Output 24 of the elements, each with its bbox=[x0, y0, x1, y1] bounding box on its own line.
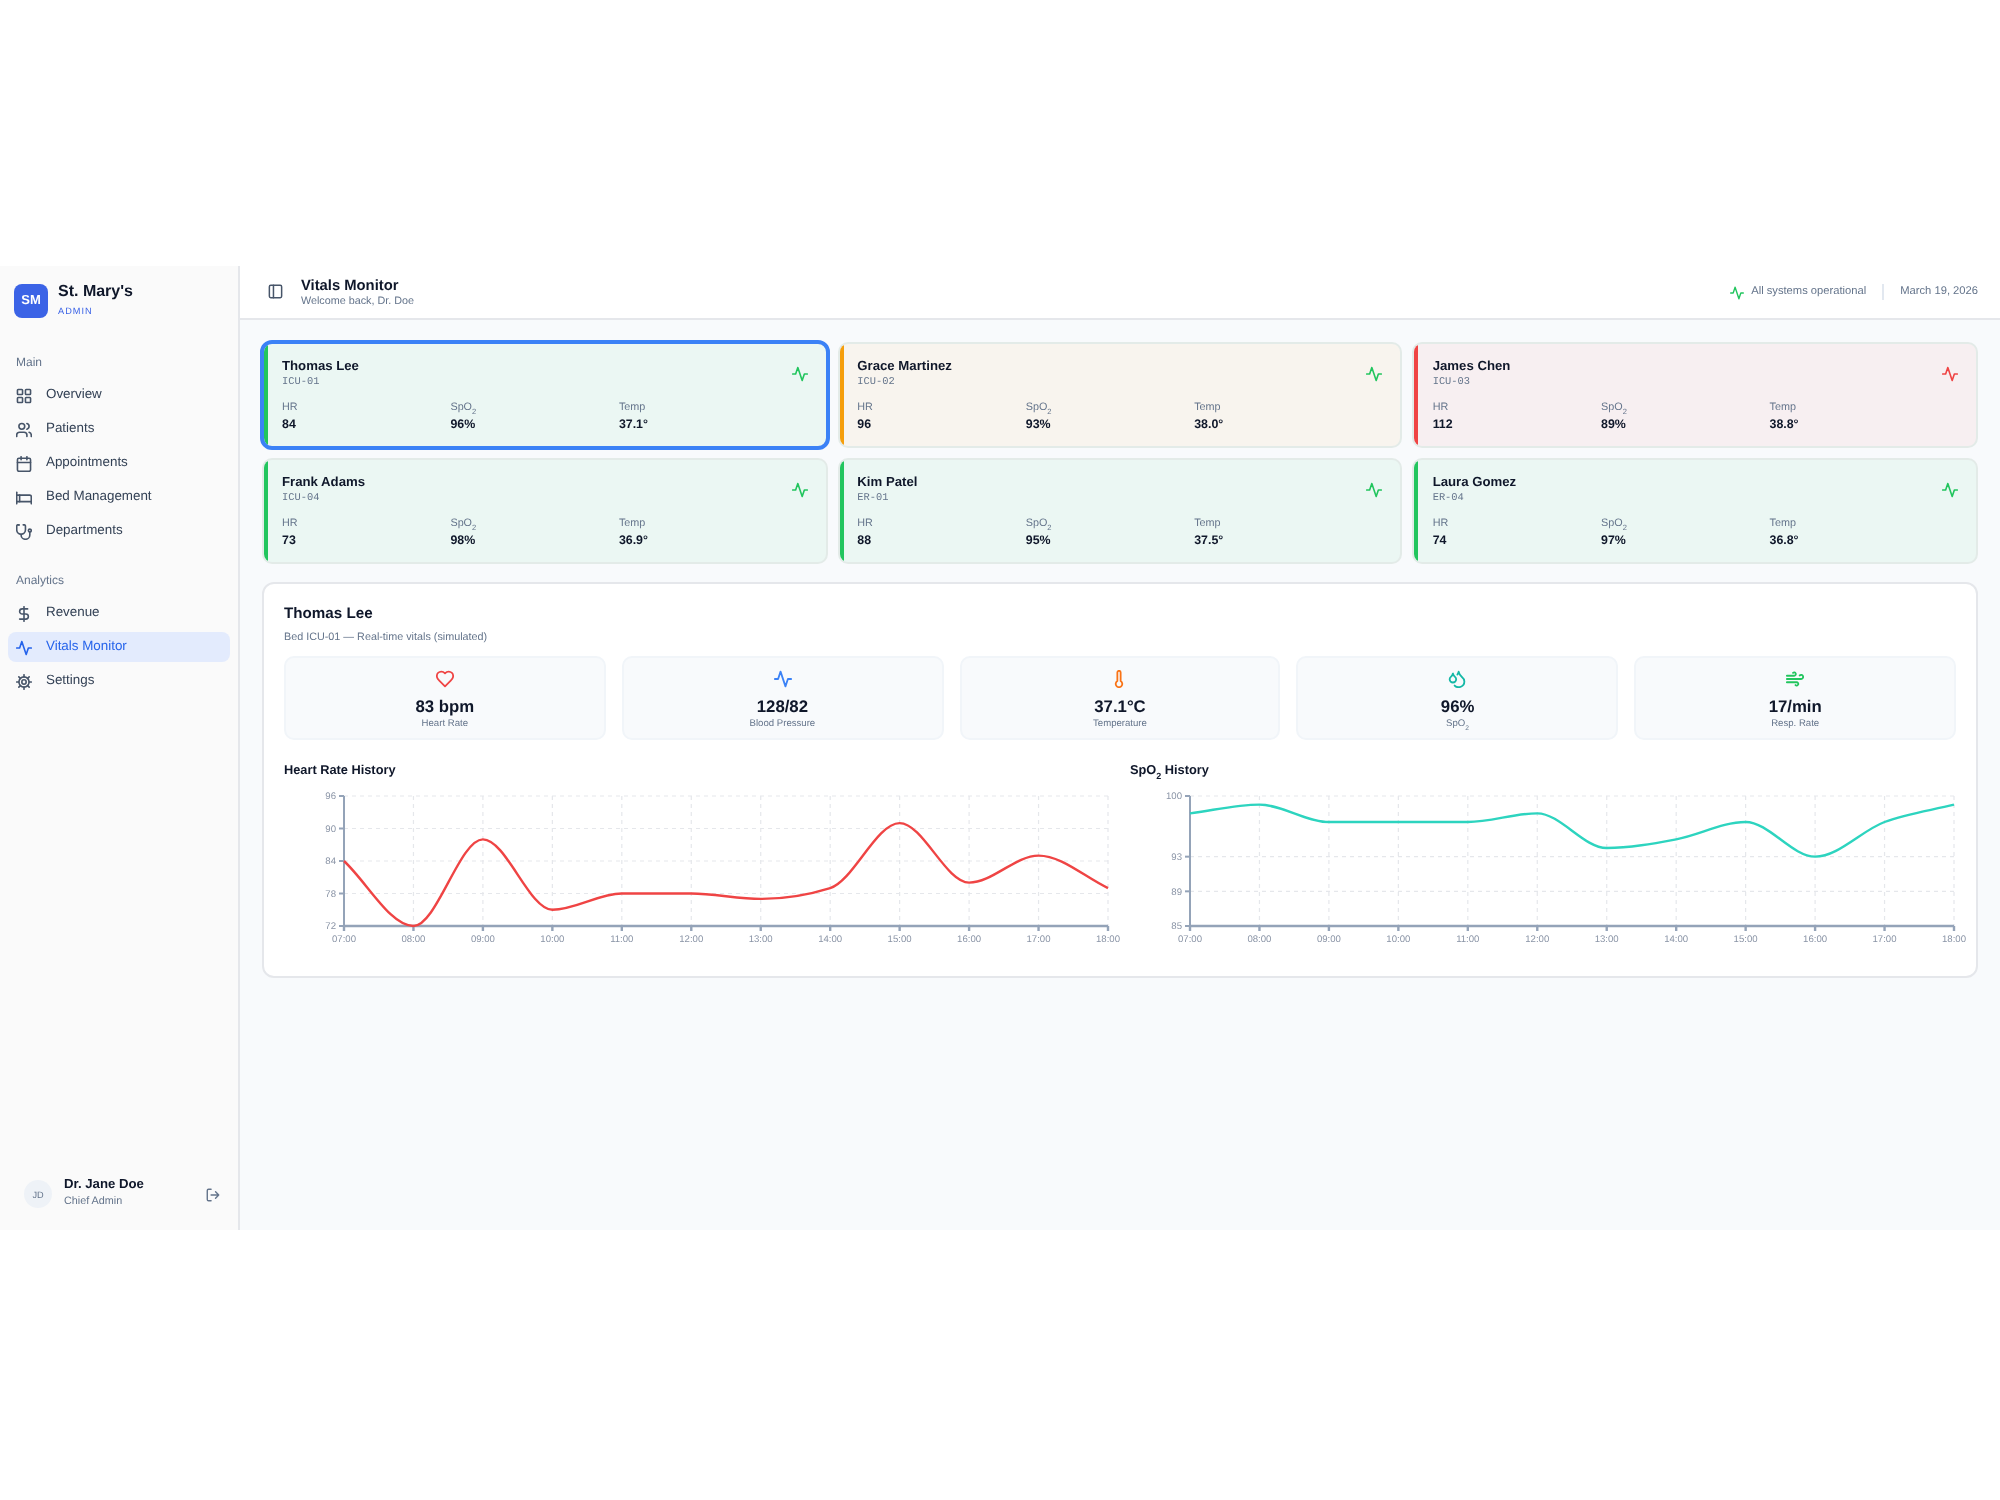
sidebar-toggle-icon[interactable] bbox=[268, 284, 283, 300]
bed-icon bbox=[16, 489, 32, 505]
vital-value: 128/82 bbox=[756, 694, 808, 718]
gear-icon bbox=[16, 673, 32, 689]
hospital-name: St. Mary's bbox=[58, 282, 133, 302]
logout-icon[interactable] bbox=[206, 1187, 220, 1201]
heart-icon bbox=[435, 670, 454, 688]
pulse-icon bbox=[1729, 285, 1744, 299]
y-axis bbox=[1184, 795, 1191, 927]
pulse-icon bbox=[773, 670, 792, 688]
pulse-icon bbox=[16, 639, 32, 655]
vital-value: 17/min bbox=[1768, 694, 1822, 718]
stethoscope-icon bbox=[16, 523, 32, 539]
dollar-icon bbox=[16, 605, 32, 621]
users-icon bbox=[16, 421, 32, 437]
vital-value: 37.1°C bbox=[1094, 694, 1146, 718]
thermometer-icon bbox=[1110, 670, 1129, 688]
calendar-icon bbox=[16, 455, 32, 471]
vital-value: 83 bpm bbox=[415, 694, 475, 718]
vital-value: 96% bbox=[1440, 694, 1475, 718]
y-axis bbox=[338, 795, 345, 927]
wind-icon bbox=[1786, 670, 1805, 688]
grid-icon bbox=[16, 387, 32, 403]
droplets-icon bbox=[1448, 670, 1467, 688]
